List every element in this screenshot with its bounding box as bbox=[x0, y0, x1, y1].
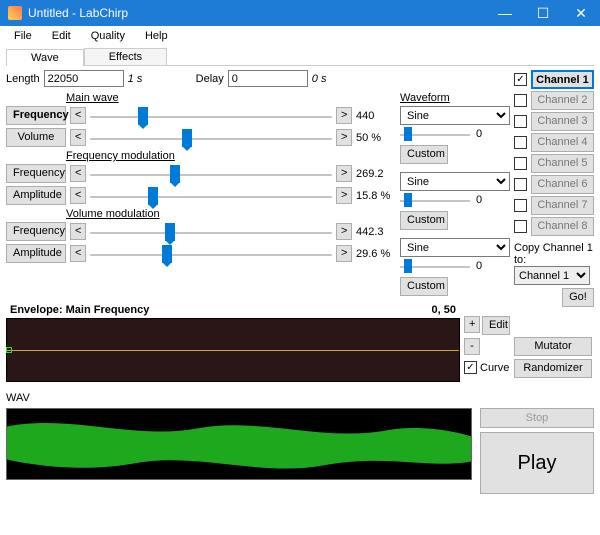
envelope-label: Envelope: Main Frequency bbox=[10, 304, 149, 316]
waveform-zero-2: 0 bbox=[476, 194, 482, 206]
waveform-zero-3: 0 bbox=[476, 260, 482, 272]
maximize-button[interactable]: ☐ bbox=[524, 0, 562, 26]
ch3-checkbox[interactable] bbox=[514, 115, 527, 128]
vm-amp-button[interactable]: Amplitude bbox=[6, 244, 66, 263]
title-bar: Untitled - LabChirp — ☐ ✕ bbox=[0, 0, 600, 26]
length-label: Length bbox=[6, 73, 40, 85]
main-freq-button[interactable]: Frequency bbox=[6, 106, 66, 125]
vm-freq-dec[interactable]: < bbox=[70, 223, 86, 240]
channel-1-button[interactable]: Channel 1 bbox=[531, 70, 594, 89]
ch5-checkbox[interactable] bbox=[514, 157, 527, 170]
freqmod-title: Frequency modulation bbox=[66, 150, 394, 162]
channel-4-button[interactable]: Channel 4 bbox=[531, 133, 594, 152]
channel-8-button[interactable]: Channel 8 bbox=[531, 217, 594, 236]
minimize-button[interactable]: — bbox=[486, 0, 524, 26]
env-edit-button[interactable]: Edit bbox=[482, 316, 510, 335]
main-vol-slider[interactable] bbox=[90, 130, 332, 146]
copy-label: Copy Channel 1 to: bbox=[514, 242, 594, 266]
main-freq-slider[interactable] bbox=[90, 108, 332, 124]
channel-3-button[interactable]: Channel 3 bbox=[531, 112, 594, 131]
waveform-select-1[interactable]: Sine bbox=[400, 106, 510, 125]
waveform-zero-1: 0 bbox=[476, 128, 482, 140]
waveform-mini-slider-3[interactable] bbox=[400, 259, 470, 273]
main-vol-inc[interactable]: > bbox=[336, 129, 352, 146]
envelope-coord: 0, 50 bbox=[432, 304, 456, 316]
custom-button-1[interactable]: Custom bbox=[400, 145, 448, 164]
fm-freq-button[interactable]: Frequency bbox=[6, 164, 66, 183]
env-plus-button[interactable]: + bbox=[464, 316, 480, 333]
channel-2-button[interactable]: Channel 2 bbox=[531, 91, 594, 110]
curve-checkbox[interactable]: ✓ bbox=[464, 361, 477, 374]
fm-amp-button[interactable]: Amplitude bbox=[6, 186, 66, 205]
main-wave-title: Main wave bbox=[66, 92, 394, 104]
close-button[interactable]: ✕ bbox=[562, 0, 600, 26]
go-button[interactable]: Go! bbox=[562, 288, 594, 307]
ch2-checkbox[interactable] bbox=[514, 94, 527, 107]
ch8-checkbox[interactable] bbox=[514, 220, 527, 233]
ch1-checkbox[interactable]: ✓ bbox=[514, 73, 527, 86]
fm-freq-dec[interactable]: < bbox=[70, 165, 86, 182]
tab-effects[interactable]: Effects bbox=[84, 48, 167, 65]
custom-button-3[interactable]: Custom bbox=[400, 277, 448, 296]
tab-bar: Wave Effects bbox=[6, 48, 594, 66]
length-input[interactable] bbox=[44, 70, 124, 87]
vm-freq-value: 442.3 bbox=[356, 226, 394, 238]
main-vol-button[interactable]: Volume bbox=[6, 128, 66, 147]
channel-6-button[interactable]: Channel 6 bbox=[531, 175, 594, 194]
vm-freq-button[interactable]: Frequency bbox=[6, 222, 66, 241]
fm-freq-slider[interactable] bbox=[90, 166, 332, 182]
delay-label: Delay bbox=[196, 73, 224, 85]
main-vol-value: 50 % bbox=[356, 132, 394, 144]
waveform-mini-slider-1[interactable] bbox=[400, 127, 470, 141]
fm-amp-dec[interactable]: < bbox=[70, 187, 86, 204]
main-freq-dec[interactable]: < bbox=[70, 107, 86, 124]
fm-amp-inc[interactable]: > bbox=[336, 187, 352, 204]
vm-amp-value: 29.6 % bbox=[356, 248, 394, 260]
delay-input[interactable] bbox=[228, 70, 308, 87]
vm-amp-inc[interactable]: > bbox=[336, 245, 352, 262]
menu-file[interactable]: File bbox=[4, 28, 42, 44]
fm-amp-slider[interactable] bbox=[90, 188, 332, 204]
mutator-button[interactable]: Mutator bbox=[514, 337, 592, 356]
wav-label: WAV bbox=[0, 392, 600, 404]
wav-canvas bbox=[6, 408, 472, 480]
main-vol-dec[interactable]: < bbox=[70, 129, 86, 146]
fm-freq-inc[interactable]: > bbox=[336, 165, 352, 182]
channel-7-button[interactable]: Channel 7 bbox=[531, 196, 594, 215]
ch7-checkbox[interactable] bbox=[514, 199, 527, 212]
vm-freq-inc[interactable]: > bbox=[336, 223, 352, 240]
vm-amp-dec[interactable]: < bbox=[70, 245, 86, 262]
fm-amp-value: 15.8 % bbox=[356, 190, 394, 202]
envelope-canvas[interactable] bbox=[6, 318, 460, 382]
delay-seconds: 0 s bbox=[312, 73, 327, 85]
waveform-title: Waveform bbox=[400, 92, 510, 104]
menu-quality[interactable]: Quality bbox=[81, 28, 135, 44]
app-icon bbox=[8, 6, 22, 20]
ch6-checkbox[interactable] bbox=[514, 178, 527, 191]
stop-button[interactable]: Stop bbox=[480, 408, 594, 428]
fm-freq-value: 269.2 bbox=[356, 168, 394, 180]
waveform-select-2[interactable]: Sine bbox=[400, 172, 510, 191]
copy-select[interactable]: Channel 1 bbox=[514, 266, 590, 285]
randomizer-button[interactable]: Randomizer bbox=[514, 359, 592, 378]
main-freq-value: 440 bbox=[356, 110, 394, 122]
waveform-select-3[interactable]: Sine bbox=[400, 238, 510, 257]
vm-amp-slider[interactable] bbox=[90, 246, 332, 262]
volmod-title: Volume modulation bbox=[66, 208, 394, 220]
menu-bar: File Edit Quality Help bbox=[0, 26, 600, 46]
menu-help[interactable]: Help bbox=[135, 28, 178, 44]
menu-edit[interactable]: Edit bbox=[42, 28, 81, 44]
env-minus-button[interactable]: - bbox=[464, 338, 480, 355]
channel-5-button[interactable]: Channel 5 bbox=[531, 154, 594, 173]
curve-label: Curve bbox=[480, 362, 509, 374]
main-freq-inc[interactable]: > bbox=[336, 107, 352, 124]
length-seconds: 1 s bbox=[128, 73, 158, 85]
custom-button-2[interactable]: Custom bbox=[400, 211, 448, 230]
tab-wave[interactable]: Wave bbox=[6, 49, 84, 66]
window-title: Untitled - LabChirp bbox=[28, 6, 486, 20]
vm-freq-slider[interactable] bbox=[90, 224, 332, 240]
waveform-mini-slider-2[interactable] bbox=[400, 193, 470, 207]
ch4-checkbox[interactable] bbox=[514, 136, 527, 149]
play-button[interactable]: Play bbox=[480, 432, 594, 494]
